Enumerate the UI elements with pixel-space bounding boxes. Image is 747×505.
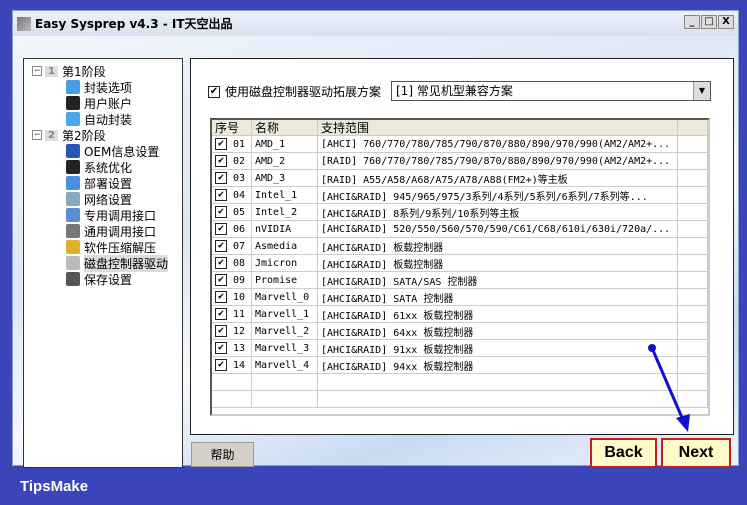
brand-logo: TipsMake [20, 478, 89, 495]
arrow-line [650, 347, 685, 421]
annotation-arrow [648, 344, 690, 432]
arrow-head-icon [676, 414, 690, 432]
